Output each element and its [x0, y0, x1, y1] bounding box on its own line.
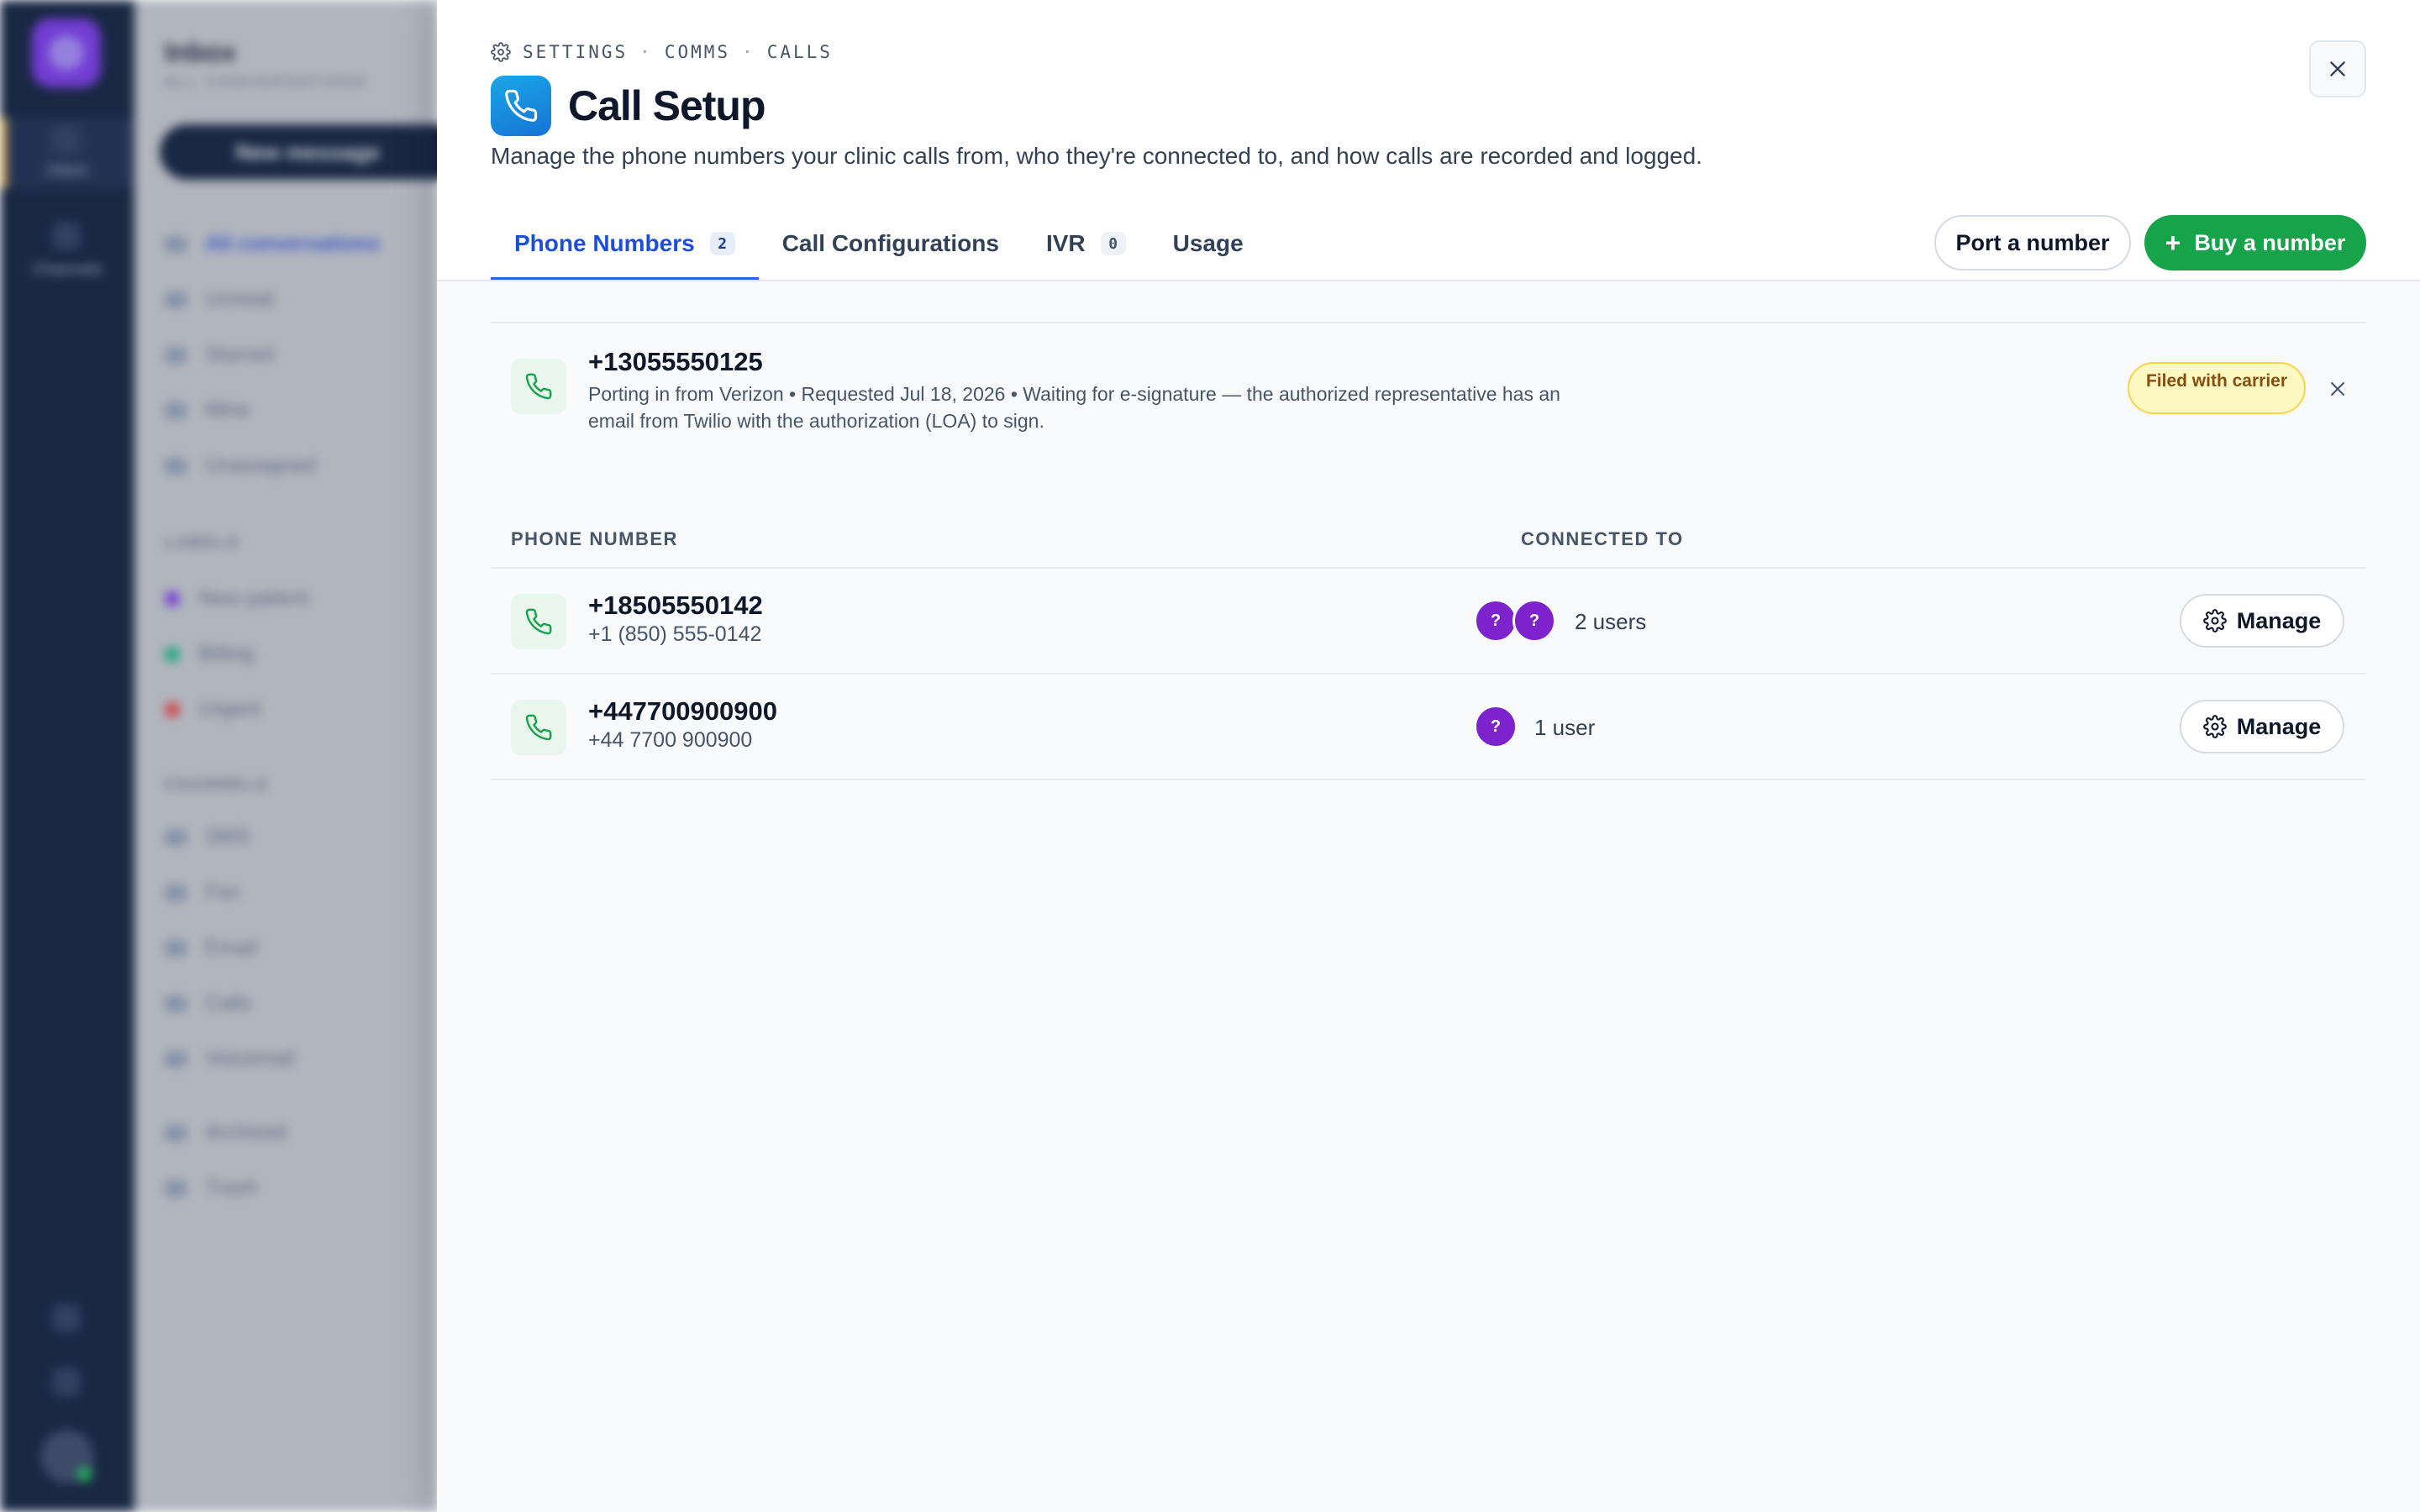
phone-app-icon	[491, 76, 551, 136]
breadcrumb-comms[interactable]: COMMS	[665, 42, 730, 62]
manage-button[interactable]: Manage	[2180, 594, 2344, 648]
breadcrumb-separator: ·	[639, 42, 653, 62]
column-header-phone-number: PHONE NUMBER	[511, 528, 678, 549]
port-number-label: Port a number	[1955, 229, 2110, 255]
gear-icon	[491, 42, 511, 62]
connected-count: 1 user	[1534, 715, 1596, 740]
tab-phone-numbers[interactable]: Phone Numbers 2	[491, 215, 759, 281]
breadcrumb-settings[interactable]: SETTINGS	[523, 42, 628, 62]
column-header-connected-to: CONNECTED TO	[1521, 528, 1684, 549]
background-app: Inbox Channels Inbox ALL CONVERSATIONS N…	[0, 0, 462, 1512]
count-badge: 2	[709, 232, 735, 255]
tab-label: Usage	[1172, 230, 1244, 256]
phone-number-formatted: +1 (850) 555-0142	[588, 622, 762, 646]
table-row[interactable]: +18505550142 +1 (850) 555-0142 ? ? 2 use…	[491, 569, 2366, 675]
tab-label: Call Configurations	[781, 230, 999, 256]
title-row: Call Setup	[491, 76, 765, 136]
plus-icon: +	[2165, 228, 2181, 258]
close-icon	[2331, 382, 2344, 396]
count-badge: 0	[1100, 232, 1126, 255]
table-row[interactable]: +447700900900 +44 7700 900900 ? 1 user M…	[491, 675, 2366, 780]
buy-number-button[interactable]: + Buy a number	[2144, 215, 2366, 270]
breadcrumb: SETTINGS · COMMS · CALLS	[491, 42, 833, 62]
overlay-shade[interactable]	[0, 0, 437, 1512]
connected-users-avatars: ? ?	[1474, 599, 1556, 643]
gear-icon	[2202, 715, 2227, 738]
manage-label: Manage	[2236, 713, 2322, 739]
phone-numbers-panel: +13055550125 Porting in from Verizon • R…	[437, 281, 2420, 1512]
porting-number: +13055550125	[588, 347, 763, 376]
tab-call-configurations[interactable]: Call Configurations	[759, 215, 1023, 281]
page-description: Manage the phone numbers your clinic cal…	[491, 143, 1702, 169]
connected-users-avatars: ?	[1474, 705, 1518, 748]
avatar: ?	[1474, 705, 1518, 748]
connected-count: 2 users	[1575, 609, 1647, 634]
page-title: Call Setup	[568, 82, 765, 129]
porting-request-card: +13055550125 Porting in from Verizon • R…	[491, 322, 2366, 465]
phone-number-formatted: +44 7700 900900	[588, 728, 753, 752]
buy-number-label: Buy a number	[2194, 229, 2346, 255]
tab-bar: Phone Numbers 2 Call Configurations IVR …	[491, 215, 1267, 281]
phone-number: +447700900900	[588, 696, 777, 726]
breadcrumb-separator: ·	[742, 42, 755, 62]
dismiss-porting-button[interactable]	[2323, 374, 2353, 404]
tab-ivr[interactable]: IVR 0	[1023, 215, 1150, 281]
phone-icon	[511, 594, 566, 649]
tab-label: Phone Numbers	[514, 230, 695, 256]
phone-icon	[511, 359, 566, 414]
manage-button[interactable]: Manage	[2180, 700, 2344, 753]
port-number-button[interactable]: Port a number	[1934, 215, 2131, 270]
phone-icon	[511, 700, 566, 755]
porting-detail: Porting in from Verizon • Requested Jul …	[588, 383, 1560, 432]
phone-number: +18505550142	[588, 591, 763, 620]
avatar: ?	[1474, 599, 1518, 643]
call-setup-modal: SETTINGS · COMMS · CALLS Call Setup Mana…	[437, 0, 2420, 1512]
manage-label: Manage	[2236, 607, 2322, 633]
breadcrumb-calls: CALLS	[766, 42, 833, 62]
close-icon	[2330, 61, 2345, 76]
gear-icon	[2202, 609, 2227, 633]
avatar: ?	[1512, 599, 1556, 643]
tab-label: IVR	[1045, 230, 1086, 256]
close-button[interactable]	[2309, 40, 2366, 97]
tab-usage[interactable]: Usage	[1150, 215, 1267, 281]
status-badge: Filed with carrier	[2128, 362, 2306, 414]
